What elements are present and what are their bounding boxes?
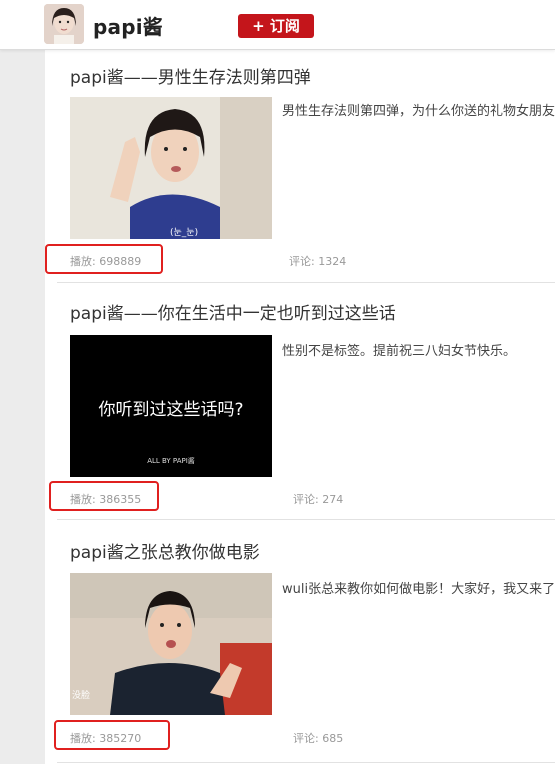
video-title[interactable]: papi酱之张总教你做电影 xyxy=(70,538,260,563)
video-title[interactable]: papi酱——男性生存法则第四弹 xyxy=(70,63,311,88)
video-thumbnail[interactable]: (눈_눈) xyxy=(70,97,272,239)
comment-count: 评论: 274 xyxy=(293,493,344,506)
comment-count: 评论: 685 xyxy=(293,732,344,745)
thumbnail-caption: 你听到过这些话吗? xyxy=(98,400,244,420)
video-item: papi酱——你在生活中一定也听到过这些话 你听到过这些话吗? ALL BY P… xyxy=(45,283,555,519)
video-title[interactable]: papi酱——你在生活中一定也听到过这些话 xyxy=(70,299,396,324)
video-item: papi酱——男性生存法则第四弹 (눈_눈) 男性生存法则第四弹，为什么你送的礼… xyxy=(45,50,555,282)
comment-count: 评论: 1324 xyxy=(289,255,347,268)
video-item: papi酱之张总教你做电影 没脸 wuli张总来教你如何做电影！大家好，我又来了… xyxy=(45,520,555,764)
thumbnail-credit: ALL BY PAPI酱 xyxy=(147,457,195,465)
svg-text:(눈_눈): (눈_눈) xyxy=(170,227,198,238)
video-description: 性别不是标签。提前祝三八妇女节快乐。 xyxy=(282,344,517,359)
video-thumbnail[interactable]: 你听到过这些话吗? ALL BY PAPI酱 xyxy=(70,335,272,477)
divider xyxy=(57,762,555,763)
avatar[interactable] xyxy=(44,4,84,44)
highlight-box xyxy=(49,481,159,511)
channel-name[interactable]: papi酱 xyxy=(93,11,163,40)
video-thumbnail[interactable]: 没脸 xyxy=(70,573,272,715)
video-description: wuli张总来教你如何做电影！大家好，我又来了 xyxy=(282,582,555,597)
subscribe-button[interactable]: + 订阅 xyxy=(238,14,314,38)
video-list: papi酱——男性生存法则第四弹 (눈_눈) 男性生存法则第四弹，为什么你送的礼… xyxy=(45,50,555,764)
video-description: 男性生存法则第四弹，为什么你送的礼物女朋友都不喜欢 xyxy=(282,104,555,119)
channel-header: papi酱 + 订阅 xyxy=(0,0,555,50)
highlight-box xyxy=(54,720,170,750)
highlight-box xyxy=(45,244,163,274)
svg-text:没脸: 没脸 xyxy=(72,689,90,701)
